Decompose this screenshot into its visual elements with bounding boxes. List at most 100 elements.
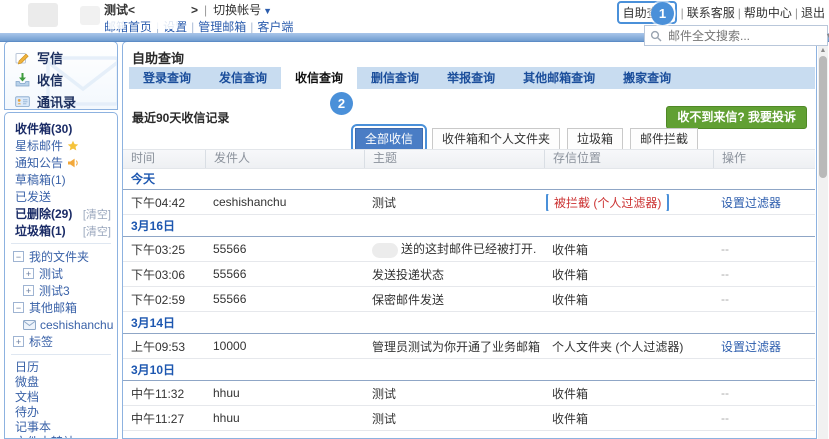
sidebar-item-starred[interactable]: 星标邮件 bbox=[5, 137, 117, 154]
collapse-minus-icon[interactable]: − bbox=[13, 251, 24, 262]
expand-plus-icon[interactable]: + bbox=[23, 285, 34, 296]
switch-account-link[interactable]: 切换帐号 bbox=[213, 3, 261, 17]
callout-2-badge: 2 bbox=[330, 92, 353, 115]
search-input[interactable]: ▼ bbox=[644, 25, 828, 46]
no-action-dash: -- bbox=[721, 411, 729, 425]
sidebar-item-label: 通讯录 bbox=[37, 92, 76, 111]
search-field[interactable] bbox=[666, 28, 825, 44]
nav-manage-mail[interactable]: 管理邮箱 bbox=[198, 20, 246, 34]
cell-sender: 10000 bbox=[205, 339, 364, 353]
cell-action: -- bbox=[713, 242, 815, 256]
sidebar-item-calendar[interactable]: 日历 bbox=[5, 359, 117, 374]
col-subject: 主题 bbox=[364, 150, 544, 168]
filter-junk-box[interactable]: 垃圾箱 bbox=[567, 128, 623, 150]
sidebar-item-tags[interactable]: +标签 bbox=[5, 333, 117, 350]
sidebar-item-contacts[interactable]: 通讯录 bbox=[5, 90, 117, 110]
sidebar-item-notes[interactable]: 记事本 bbox=[5, 419, 117, 434]
cell-subject: 管理员测试为你开通了业务邮箱 bbox=[364, 338, 544, 355]
divider: | bbox=[681, 6, 684, 20]
filter-intercepted-mail[interactable]: 邮件拦截 bbox=[630, 128, 698, 150]
query-tabbar: 登录查询发信查询收信查询删信查询举报查询其他邮箱查询搬家查询 bbox=[129, 67, 815, 89]
sidebar-item-my-folders[interactable]: −我的文件夹 bbox=[5, 248, 117, 265]
tab-delete-query[interactable]: 删信查询 bbox=[357, 67, 433, 89]
table-body: 今天下午04:42ceshishanchu测试被拦截 (个人过滤器)设置过滤器3… bbox=[123, 168, 815, 438]
expand-plus-icon[interactable]: + bbox=[13, 336, 24, 347]
table-group-date: 3月16日 bbox=[123, 215, 815, 237]
tab-login-query[interactable]: 登录查询 bbox=[129, 67, 205, 89]
divider: | bbox=[795, 6, 798, 20]
tree-label: 其他邮箱 bbox=[29, 299, 77, 316]
table-row[interactable]: 下午03:2555566送的这封邮件已经被打开.收件箱-- bbox=[123, 237, 815, 262]
no-action-dash: -- bbox=[721, 267, 729, 281]
sidebar-item-compose[interactable]: 写信 bbox=[5, 46, 117, 68]
cell-subject: 测试 bbox=[364, 194, 544, 211]
search-dropdown-caret-icon[interactable]: ▼ bbox=[825, 31, 829, 41]
filter-all-mail[interactable]: 全部收信 bbox=[355, 128, 423, 150]
sidebar-item-announcements[interactable]: 通知公告 bbox=[5, 154, 117, 171]
sidebar-item-folder-test[interactable]: +测试 bbox=[5, 265, 117, 282]
table-row[interactable]: 下午03:0655566发送投递状态收件箱-- bbox=[123, 262, 815, 287]
table-row[interactable]: 下午02:5955566保密邮件发送收件箱-- bbox=[123, 287, 815, 312]
top-link-customer-service[interactable]: 联系客服 bbox=[687, 6, 735, 20]
section-title: 最近90天收信记录 bbox=[132, 109, 229, 126]
sidebar-item-inbox[interactable]: 收件箱(30) bbox=[5, 120, 117, 137]
table-row[interactable]: 中午11:27hhuu测试收件箱-- bbox=[123, 406, 815, 431]
contact-card-icon bbox=[15, 94, 30, 109]
cell-location: 个人文件夹 (个人过滤器) bbox=[544, 338, 713, 355]
table-row[interactable]: 中午11:32hhuu测试收件箱-- bbox=[123, 381, 815, 406]
account-area: 测试<>|切换帐号▼ 邮箱首页|设置|管理邮箱|客户端 bbox=[104, 3, 293, 34]
cell-action: -- bbox=[713, 292, 815, 306]
tab-report-query[interactable]: 举报查询 bbox=[433, 67, 509, 89]
inbox-down-icon bbox=[15, 72, 30, 87]
tab-receive-query[interactable]: 收信查询 bbox=[281, 67, 357, 89]
tree-label: 我的文件夹 bbox=[29, 248, 89, 265]
divider: | bbox=[738, 6, 741, 20]
vertical-scrollbar[interactable]: ▲ bbox=[818, 46, 828, 439]
tab-other-mailbox-query[interactable]: 其他邮箱查询 bbox=[509, 67, 609, 89]
sidebar-item-label: 写信 bbox=[37, 48, 63, 67]
sidebar-item-junk[interactable]: 垃圾箱(1)[清空] bbox=[5, 222, 117, 239]
top-link-help-center[interactable]: 帮助中心 bbox=[744, 6, 792, 20]
filter-inbox-and-personal-folders[interactable]: 收件箱和个人文件夹 bbox=[432, 128, 560, 150]
scrollbar-thumb[interactable] bbox=[819, 56, 827, 178]
table-row[interactable]: 上午09:5310000管理员测试为你开通了业务邮箱个人文件夹 (个人过滤器) 设… bbox=[123, 334, 815, 359]
sidebar-item-wdrive[interactable]: 微盘 bbox=[5, 374, 117, 389]
sidebar-item-docs[interactable]: 文档 bbox=[5, 389, 117, 404]
account-name-prefix: 测试< bbox=[104, 3, 135, 17]
redacted-logo-mark bbox=[80, 6, 100, 25]
sidebar-item-receive[interactable]: 收信 bbox=[5, 68, 117, 90]
location-text: 收件箱 bbox=[552, 243, 588, 257]
sidebar-item-other-mailbox-account[interactable]: ceshishanchu bbox=[5, 316, 117, 333]
table-row[interactable]: 下午04:42ceshishanchu测试被拦截 (个人过滤器)设置过滤器 bbox=[123, 190, 815, 215]
table-group-date: 3月10日 bbox=[123, 359, 815, 381]
empty-folder-link[interactable]: [清空] bbox=[83, 223, 111, 239]
sidebar-item-file-transfer[interactable]: 文件中转站 bbox=[5, 434, 117, 439]
expand-plus-icon[interactable]: + bbox=[23, 268, 34, 279]
cell-time: 上午09:53 bbox=[123, 338, 205, 355]
sidebar-item-other-mailboxes[interactable]: −其他邮箱 bbox=[5, 299, 117, 316]
col-sender: 发件人 bbox=[205, 150, 364, 168]
sidebar-item-drafts[interactable]: 草稿箱(1) bbox=[5, 171, 117, 188]
cell-sender: 55566 bbox=[205, 242, 364, 256]
scroll-up-arrow-icon[interactable]: ▲ bbox=[818, 47, 828, 55]
collapse-minus-icon[interactable]: − bbox=[13, 302, 24, 313]
cell-location: 被拦截 (个人过滤器) bbox=[544, 194, 713, 211]
set-filter-link[interactable]: 设置过滤器 bbox=[721, 340, 781, 354]
sidebar-item-deleted[interactable]: 已删除(29)[清空] bbox=[5, 205, 117, 222]
tab-send-query[interactable]: 发信查询 bbox=[205, 67, 281, 89]
account-name-suffix: > bbox=[191, 3, 198, 17]
cell-sender: 55566 bbox=[205, 267, 364, 281]
top-link-logout[interactable]: 退出 bbox=[801, 6, 825, 20]
folder-list: 收件箱(30)星标邮件通知公告草稿箱(1)已发送已删除(29)[清空]垃圾箱(1… bbox=[5, 120, 117, 239]
col-time: 时间 bbox=[123, 150, 205, 168]
nav-client[interactable]: 客户端 bbox=[257, 20, 293, 34]
cell-time: 下午03:25 bbox=[123, 241, 205, 258]
sidebar-item-folder-test3[interactable]: +测试3 bbox=[5, 282, 117, 299]
set-filter-link[interactable]: 设置过滤器 bbox=[721, 196, 781, 210]
tab-migration-query[interactable]: 搬家查询 bbox=[609, 67, 685, 89]
sidebar-item-sent[interactable]: 已发送 bbox=[5, 188, 117, 205]
cell-action: -- bbox=[713, 411, 815, 425]
empty-folder-link[interactable]: [清空] bbox=[83, 206, 111, 222]
location-text: 收件箱 bbox=[552, 387, 588, 401]
sidebar-item-todo[interactable]: 待办 bbox=[5, 404, 117, 419]
